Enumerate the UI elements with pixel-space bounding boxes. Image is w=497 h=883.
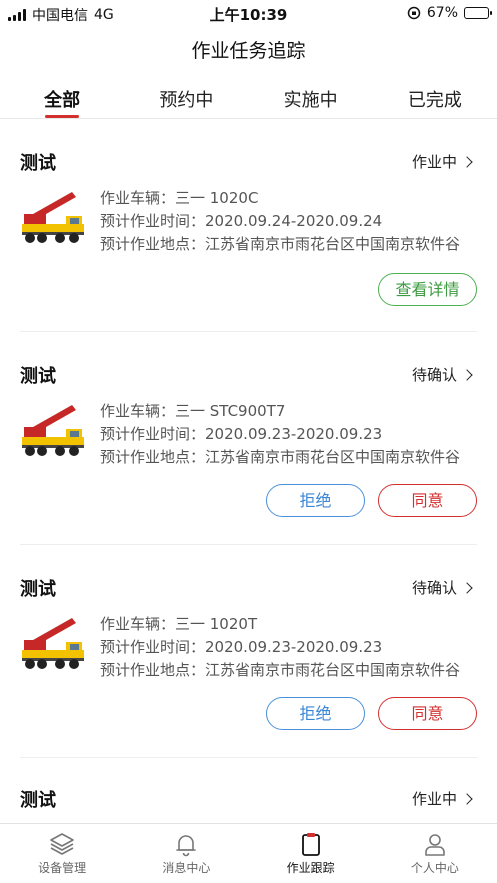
battery-percent: 67% — [426, 5, 458, 21]
location-info: 预计作业地点：江苏省南京市雨花台区中国南京软件谷 — [100, 448, 461, 466]
vehicle-info: 作业车辆：三一 STC900T7 — [100, 402, 286, 420]
order-card[interactable]: 测试 待确认 作业车辆：三一 STC900T7 预计作业时间：2020.09.2… — [0, 332, 497, 545]
order-title: 测试 — [20, 153, 56, 174]
time-info: 预计作业时间：2020.09.24-2020.09.24 — [100, 212, 383, 230]
order-title: 测试 — [20, 790, 56, 811]
nav-label: 作业跟踪 — [286, 861, 335, 875]
vehicle-info: 作业车辆：三一 1020C — [100, 189, 259, 207]
tab-in-progress[interactable]: 实施中 — [249, 84, 373, 118]
order-card[interactable]: 测试 作业中 — [0, 758, 497, 823]
tab-all[interactable]: 全部 — [0, 84, 124, 118]
reject-button[interactable]: 拒绝 — [266, 484, 365, 517]
time-info: 预计作业时间：2020.09.23-2020.09.23 — [100, 638, 383, 656]
order-card[interactable]: 测试 作业中 作业车辆：三一 1020C 预计作业时间：2020.09.24-2… — [0, 119, 497, 349]
order-status: 作业中 — [411, 153, 457, 171]
order-status: 作业中 — [411, 790, 457, 808]
time-info: 预计作业时间：2020.09.23-2020.09.23 — [100, 425, 383, 443]
agree-button[interactable]: 同意 — [378, 484, 477, 517]
person-icon — [425, 834, 445, 856]
order-title: 测试 — [20, 579, 56, 600]
order-status-link[interactable]: 作业中 — [411, 788, 473, 809]
nav-work-tracking[interactable]: 作业跟踪 — [249, 824, 373, 883]
order-list[interactable]: 测试 作业中 作业车辆：三一 1020C 预计作业时间：2020.09.24-2… — [0, 119, 497, 823]
nav-message-center[interactable]: 消息中心 — [124, 824, 248, 883]
nav-label: 个人中心 — [410, 861, 459, 875]
vehicle-info: 作业车辆：三一 1020T — [100, 615, 258, 633]
nav-label: 设备管理 — [38, 861, 87, 875]
crane-image — [20, 614, 86, 674]
tab-reserved[interactable]: 预约中 — [124, 84, 248, 118]
order-card[interactable]: 测试 待确认 作业车辆：三一 1020T 预计作业时间：2020.09.23-2… — [0, 545, 497, 758]
chevron-right-icon — [461, 582, 473, 594]
order-status: 待确认 — [411, 579, 457, 597]
order-title: 测试 — [20, 366, 56, 387]
chevron-right-icon — [461, 369, 473, 381]
nav-device-management[interactable]: 设备管理 — [0, 824, 124, 883]
clipboard-icon — [301, 833, 320, 856]
bell-icon — [176, 835, 197, 857]
chevron-right-icon — [461, 156, 473, 168]
nav-label: 消息中心 — [162, 861, 211, 875]
reject-button[interactable]: 拒绝 — [266, 697, 365, 730]
bottom-navigation: 设备管理 消息中心 作业跟踪 个人中心 — [0, 823, 497, 883]
location-info: 预计作业地点：江苏省南京市雨花台区中国南京软件谷 — [100, 235, 461, 253]
nav-personal-center[interactable]: 个人中心 — [373, 824, 497, 883]
tab-completed[interactable]: 已完成 — [373, 84, 497, 118]
chevron-right-icon — [461, 793, 473, 805]
location-info: 预计作业地点：江苏省南京市雨花台区中国南京软件谷 — [100, 661, 461, 679]
agree-button[interactable]: 同意 — [378, 697, 477, 730]
order-status-link[interactable]: 待确认 — [411, 364, 473, 385]
view-details-button[interactable]: 查看详情 — [378, 273, 477, 306]
battery-icon — [464, 7, 492, 19]
status-bar: 中国电信 4G 上午10:39 67% — [0, 0, 497, 26]
layers-icon — [50, 833, 74, 855]
crane-image — [20, 401, 86, 461]
tab-bar: 全部 预约中 实施中 已完成 — [0, 84, 497, 118]
page-title: 作业任务追踪 — [191, 40, 306, 62]
order-status-link[interactable]: 作业中 — [411, 151, 473, 172]
orientation-lock-icon — [407, 6, 421, 20]
crane-image — [20, 188, 86, 248]
order-status: 待确认 — [411, 366, 457, 384]
order-status-link[interactable]: 待确认 — [411, 577, 473, 598]
